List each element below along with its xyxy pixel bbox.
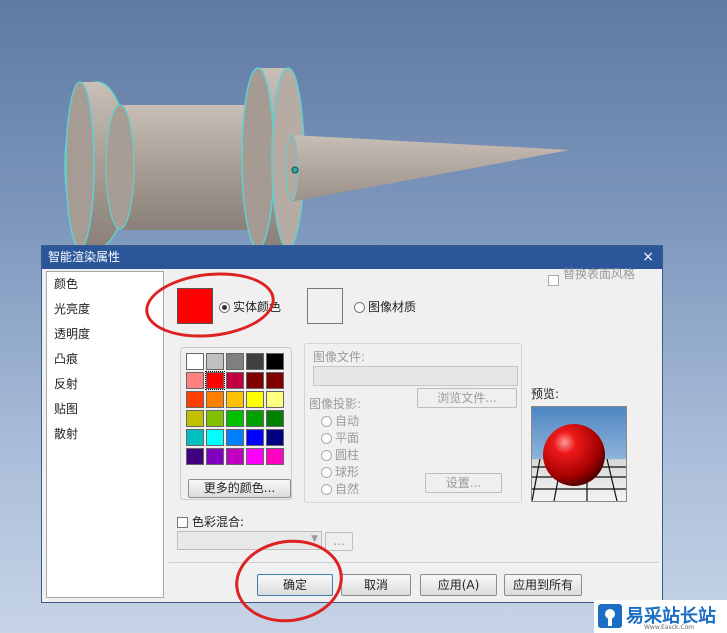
projection-plane-radio[interactable]: [321, 433, 332, 444]
sidebar-item-bump[interactable]: 凸痕: [47, 347, 163, 372]
preview-label: 预览:: [531, 387, 560, 401]
palette-swatch[interactable]: [246, 410, 264, 427]
palette-swatch[interactable]: [206, 391, 224, 408]
image-file-label: 图像文件:: [313, 350, 366, 364]
palette-swatch[interactable]: [226, 353, 244, 370]
palette-swatch[interactable]: [186, 391, 204, 408]
image-material-swatch[interactable]: [307, 288, 343, 324]
projection-cylinder[interactable]: 圆柱: [321, 447, 359, 464]
palette-swatch[interactable]: [206, 353, 224, 370]
palette-swatch[interactable]: [186, 448, 204, 465]
palette-swatch[interactable]: [186, 372, 204, 389]
palette-swatch[interactable]: [226, 391, 244, 408]
sidebar-item-reflection[interactable]: 反射: [47, 372, 163, 397]
projection-natural-radio[interactable]: [321, 484, 332, 495]
dialog-title: 智能渲染属性: [48, 250, 121, 264]
palette-swatch[interactable]: [186, 353, 204, 370]
color-blend-checkbox[interactable]: [177, 517, 188, 528]
browse-file-button[interactable]: 浏览文件...: [417, 388, 517, 408]
image-material-radio[interactable]: [354, 302, 365, 313]
render-preview: [531, 406, 627, 502]
projection-auto-label: 自动: [335, 414, 360, 428]
more-colors-button[interactable]: 更多的颜色...: [188, 479, 291, 498]
palette-swatch[interactable]: [205, 371, 225, 390]
projection-auto-radio[interactable]: [321, 416, 332, 427]
sidebar-item-scattering[interactable]: 散射: [47, 422, 163, 447]
projection-natural[interactable]: 自然: [321, 481, 359, 498]
projection-natural-label: 自然: [335, 482, 360, 496]
image-settings-group: 图像文件: 浏览文件... 图像投影: 自动 平面 圆柱 球形 自然 设置...: [304, 343, 522, 503]
palette-swatch[interactable]: [246, 448, 264, 465]
palette-swatch[interactable]: [206, 448, 224, 465]
palette-swatch[interactable]: [246, 391, 264, 408]
palette-swatch[interactable]: [226, 429, 244, 446]
projection-sphere-radio[interactable]: [321, 467, 332, 478]
color-blend-label: 色彩混合:: [192, 515, 245, 529]
image-file-input[interactable]: [313, 366, 518, 386]
projection-auto[interactable]: 自动: [321, 413, 359, 430]
projection-cylinder-label: 圆柱: [335, 448, 360, 462]
palette-swatch[interactable]: [206, 410, 224, 427]
image-material-option[interactable]: 图像材质: [354, 298, 416, 315]
smart-render-dialog: 智能渲染属性 × 颜色 光亮度 透明度 凸痕 反射 贴图 散射 替换表面风格 实…: [41, 245, 663, 603]
property-category-list: 颜色 光亮度 透明度 凸痕 反射 贴图 散射: [46, 271, 164, 598]
site-logo-icon: [598, 604, 622, 628]
preview-sphere-image: [532, 424, 626, 501]
apply-button[interactable]: 应用(A): [420, 574, 497, 596]
cancel-button[interactable]: 取消: [341, 574, 411, 596]
palette-swatch[interactable]: [246, 429, 264, 446]
color-palette-grid: [186, 353, 286, 465]
projection-cylinder-radio[interactable]: [321, 450, 332, 461]
sidebar-item-decal[interactable]: 贴图: [47, 397, 163, 422]
palette-swatch[interactable]: [266, 372, 284, 389]
color-blend-option[interactable]: 色彩混合:: [177, 513, 244, 530]
projection-settings-button[interactable]: 设置...: [425, 473, 502, 493]
palette-swatch[interactable]: [226, 410, 244, 427]
image-projection-label: 图像投影:: [309, 397, 362, 411]
palette-swatch[interactable]: [186, 429, 204, 446]
palette-swatch[interactable]: [206, 429, 224, 446]
palette-swatch[interactable]: [226, 372, 244, 389]
replace-surface-style-checkbox[interactable]: [548, 275, 559, 286]
palette-swatch[interactable]: [266, 448, 284, 465]
projection-sphere-label: 球形: [335, 465, 360, 479]
palette-swatch[interactable]: [266, 429, 284, 446]
palette-swatch[interactable]: [266, 353, 284, 370]
watermark-subtext: Www.Easck.Com: [644, 624, 695, 631]
sidebar-item-transparency[interactable]: 透明度: [47, 322, 163, 347]
projection-plane[interactable]: 平面: [321, 430, 359, 447]
image-material-label: 图像材质: [368, 300, 417, 314]
sidebar-item-color[interactable]: 颜色: [47, 272, 163, 297]
replace-surface-style-option[interactable]: 替换表面风格: [548, 267, 635, 288]
site-watermark: 易采站长站 Www.Easck.Com: [594, 600, 727, 633]
projection-options: 自动 平面 圆柱 球形 自然: [321, 413, 359, 498]
palette-swatch[interactable]: [246, 372, 264, 389]
cone-part: [285, 134, 570, 202]
projection-sphere[interactable]: 球形: [321, 464, 359, 481]
palette-swatch[interactable]: [246, 353, 264, 370]
color-blend-browse-button[interactable]: ...: [325, 532, 353, 551]
palette-swatch[interactable]: [186, 410, 204, 427]
dialog-titlebar[interactable]: 智能渲染属性 ×: [42, 246, 662, 269]
apply-to-all-button[interactable]: 应用到所有: [504, 574, 582, 596]
palette-swatch[interactable]: [266, 391, 284, 408]
projection-plane-label: 平面: [335, 431, 360, 445]
replace-surface-style-label: 替换表面风格: [563, 267, 636, 281]
palette-swatch[interactable]: [226, 448, 244, 465]
color-palette-group: 更多的颜色...: [180, 347, 292, 500]
palette-swatch[interactable]: [266, 410, 284, 427]
close-icon[interactable]: ×: [642, 246, 654, 269]
